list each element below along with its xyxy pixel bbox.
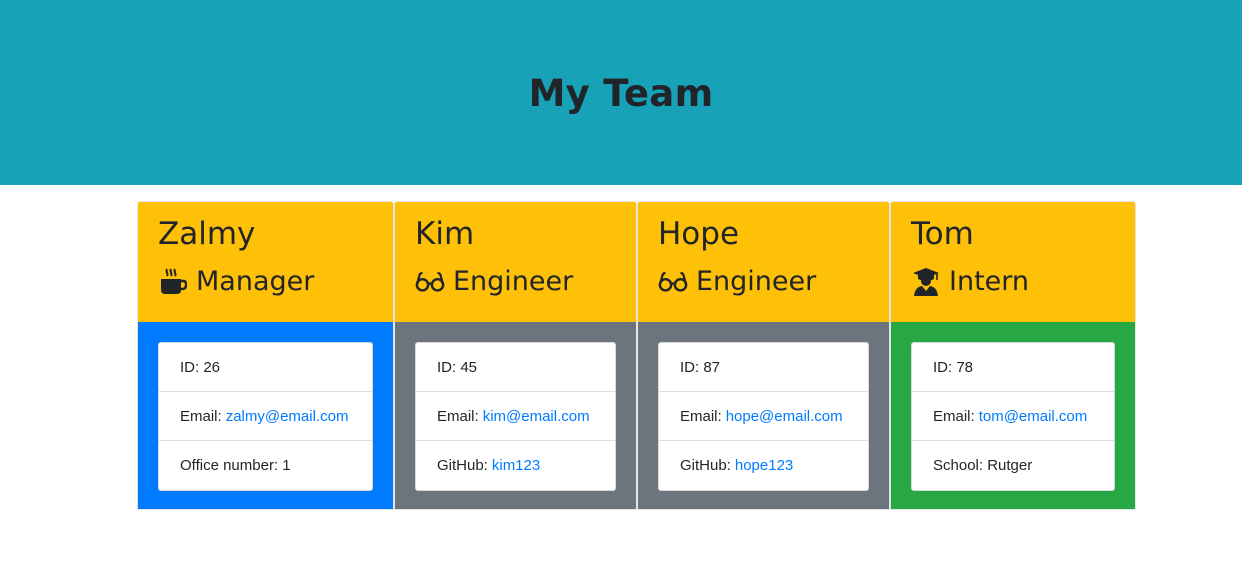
- github-item: GitHub: hope123: [680, 457, 794, 474]
- employee-name: Zalmy: [158, 216, 256, 252]
- role-label: Intern: [949, 266, 1030, 297]
- github-link[interactable]: hope123: [735, 457, 793, 474]
- glasses-icon: [415, 268, 445, 296]
- role-label: Engineer: [453, 266, 574, 297]
- glasses-icon: [658, 268, 688, 296]
- card-body: ID: 87 Email: hope@email.com GitHub: hop…: [638, 322, 889, 509]
- office-number-item: Office number: 1: [180, 457, 291, 474]
- employee-card-manager: Zalmy Manager ID: 26 Email: zalmy@email.…: [137, 201, 394, 510]
- id-item: ID: 78: [912, 343, 1114, 392]
- employee-name: Hope: [658, 216, 740, 252]
- card-header: Kim Engineer: [395, 202, 636, 322]
- employee-role: Manager: [158, 266, 314, 297]
- card-body: ID: 45 Email: kim@email.com GitHub: kim1…: [395, 322, 636, 509]
- employee-card-intern: Tom Intern ID: 78 Email: tom@email.com S…: [890, 201, 1136, 510]
- employee-role: Intern: [911, 266, 1029, 297]
- id-item: ID: 87: [659, 343, 868, 392]
- mug-icon: [158, 267, 188, 296]
- employee-card-engineer: Kim Engineer ID: 45 Email: kim@email.com…: [394, 201, 637, 510]
- employee-name: Kim: [415, 216, 475, 252]
- email-item: Email: tom@email.com: [912, 392, 1114, 441]
- employee-card-engineer: Hope Engineer ID: 87 Email: hope@email.c…: [637, 201, 890, 510]
- info-list: ID: 78 Email: tom@email.com School: Rutg…: [911, 342, 1115, 491]
- email-item: Email: hope@email.com: [659, 392, 868, 441]
- page-title: My Team: [528, 72, 714, 115]
- email-link[interactable]: zalmy@email.com: [226, 408, 349, 425]
- card-body: ID: 78 Email: tom@email.com School: Rutg…: [891, 322, 1135, 509]
- id-item: ID: 26: [159, 343, 372, 392]
- email-link[interactable]: kim@email.com: [483, 408, 590, 425]
- email-item: Email: kim@email.com: [416, 392, 615, 441]
- card-body: ID: 26 Email: zalmy@email.com Office num…: [138, 322, 393, 509]
- github-item: GitHub: kim123: [437, 457, 541, 474]
- email-link[interactable]: tom@email.com: [979, 408, 1088, 425]
- school-item: School: Rutger: [933, 457, 1033, 474]
- github-link[interactable]: kim123: [492, 457, 540, 474]
- info-list: ID: 45 Email: kim@email.com GitHub: kim1…: [415, 342, 616, 491]
- card-header: Hope Engineer: [638, 202, 889, 322]
- info-list: ID: 87 Email: hope@email.com GitHub: hop…: [658, 342, 869, 491]
- card-header: Zalmy Manager: [138, 202, 393, 322]
- header-banner: My Team: [0, 0, 1242, 185]
- email-link[interactable]: hope@email.com: [726, 408, 843, 425]
- employee-name: Tom: [911, 216, 974, 252]
- employee-role: Engineer: [658, 266, 816, 297]
- info-list: ID: 26 Email: zalmy@email.com Office num…: [158, 342, 373, 491]
- id-item: ID: 45: [416, 343, 615, 392]
- role-label: Engineer: [696, 266, 817, 297]
- card-header: Tom Intern: [891, 202, 1135, 322]
- employee-role: Engineer: [415, 266, 573, 297]
- email-item: Email: zalmy@email.com: [159, 392, 372, 441]
- role-label: Manager: [196, 266, 315, 297]
- graduate-icon: [911, 267, 941, 296]
